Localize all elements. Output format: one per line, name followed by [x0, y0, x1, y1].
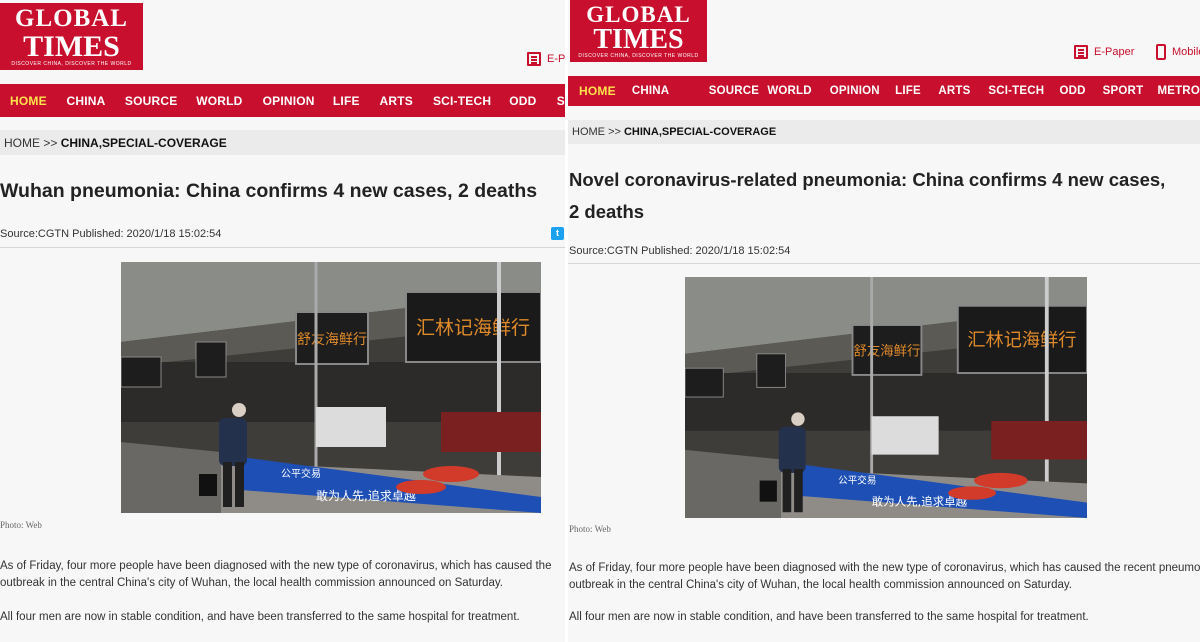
sign-2-text: 汇林记海鲜行	[967, 330, 1076, 351]
nav-metro[interactable]: METRO	[1157, 85, 1200, 97]
logo-line2: TIMES	[593, 24, 684, 55]
twitter-share-icon[interactable]: t	[551, 227, 564, 240]
article-meta: Source:CGTN Published: 2020/1/18 15:02:5…	[0, 228, 222, 240]
main-nav: HOME CHINA SOURCE WORLD OPINION LIFE ART…	[0, 84, 565, 117]
breadcrumb-section[interactable]: CHINA,SPECIAL-COVERAGE	[61, 136, 227, 150]
nav-source[interactable]: SOURCE	[709, 85, 768, 97]
breadcrumb: HOME >> CHINA,SPECIAL-COVERAGE	[568, 120, 1200, 144]
nav-sci-tech[interactable]: SCI-TECH	[433, 94, 509, 108]
breadcrumb-home[interactable]: HOME	[4, 136, 40, 150]
epaper-link[interactable]: E-Paper	[1074, 45, 1134, 59]
sign-2-text: 汇林记海鲜行	[416, 317, 530, 339]
epaper-label: E-P	[547, 53, 565, 65]
nav-sci-tech[interactable]: SCI-TECH	[988, 85, 1059, 97]
article-paragraph-1: As of Friday, four more people have been…	[569, 562, 1200, 591]
left-screenshot-panel: GLOBAL TIMES DISCOVER CHINA, DISCOVER TH…	[0, 0, 565, 642]
nav-sport[interactable]: S	[557, 94, 565, 108]
logo-tagline: DISCOVER CHINA, DISCOVER THE WORLD	[578, 53, 699, 59]
breadcrumb-home[interactable]: HOME	[572, 126, 605, 138]
nav-arts[interactable]: ARTS	[379, 94, 432, 108]
article-headline-line-2: 2 deaths	[569, 201, 645, 222]
market-photo-illustration: 舒友海鲜行 汇林记海鲜行 公平交易 敢为人先,追求卓越	[121, 262, 541, 513]
nav-odd[interactable]: ODD	[1059, 85, 1102, 97]
epaper-label: E-Paper	[1094, 46, 1135, 58]
mobile-phone-icon	[1156, 44, 1166, 60]
nav-source[interactable]: SOURCE	[125, 94, 196, 108]
photo-caption: Photo: Web	[569, 524, 611, 534]
photo-caption: Photo: Web	[0, 520, 42, 530]
article-headline: Wuhan pneumonia: China confirms 4 new ca…	[0, 180, 538, 202]
newspaper-icon	[1074, 45, 1088, 59]
article-paragraph-1: As of Friday, four more people have been…	[0, 560, 552, 589]
article-paragraph-2: All four men are now in stable condition…	[0, 611, 520, 623]
meta-divider	[0, 247, 565, 248]
logo-line1: GLOBAL	[15, 5, 128, 32]
nav-opinion[interactable]: OPINION	[830, 85, 895, 97]
banner-1-text: 公平交易	[281, 467, 321, 480]
sign-1-text: 舒友海鲜行	[297, 332, 367, 348]
article-photo: 舒友海鲜行 汇林记海鲜行 公平交易 敢为人先,追求卓越	[121, 262, 541, 513]
nav-home[interactable]: HOME	[10, 94, 66, 108]
right-screenshot-panel: GLOBAL TIMES DISCOVER CHINA, DISCOVER TH…	[568, 0, 1200, 642]
logo-line2: TIMES	[23, 30, 120, 63]
nav-odd[interactable]: ODD	[509, 94, 557, 108]
newspaper-icon	[527, 52, 541, 66]
nav-life[interactable]: LIFE	[333, 94, 380, 108]
mobile-link[interactable]: Mobile	[1156, 44, 1200, 60]
breadcrumb-sep: >>	[608, 126, 621, 138]
article-headline-line-1: Novel coronavirus-related pneumonia: Chi…	[569, 169, 1166, 190]
global-times-logo[interactable]: GLOBAL TIMES DISCOVER CHINA, DISCOVER TH…	[570, 0, 707, 62]
nav-world[interactable]: WORLD	[767, 85, 829, 97]
mobile-label: Mobile	[1172, 46, 1200, 58]
global-times-logo[interactable]: GLOBAL TIMES DISCOVER CHINA, DISCOVER TH…	[0, 3, 143, 70]
nav-china[interactable]: CHINA	[632, 85, 709, 97]
banner-1-text: 公平交易	[838, 474, 876, 486]
nav-world[interactable]: WORLD	[196, 94, 262, 108]
breadcrumb-section[interactable]: CHINA,SPECIAL-COVERAGE	[624, 126, 776, 138]
sign-1-text: 舒友海鲜行	[853, 344, 920, 360]
nav-sport[interactable]: SPORT	[1103, 85, 1158, 97]
nav-home[interactable]: HOME	[579, 84, 632, 98]
article-meta: Source:CGTN Published: 2020/1/18 15:02:5…	[569, 245, 791, 257]
article-photo: 舒友海鲜行 汇林记海鲜行 公平交易 敢为人先,追求卓越	[685, 277, 1087, 518]
logo-line1: GLOBAL	[586, 2, 691, 27]
logo-tagline: DISCOVER CHINA, DISCOVER THE WORLD	[11, 61, 132, 67]
main-nav: HOME CHINA SOURCE WORLD OPINION LIFE ART…	[568, 76, 1200, 106]
nav-arts[interactable]: ARTS	[938, 85, 988, 97]
breadcrumb: HOME >> CHINA,SPECIAL-COVERAGE	[0, 130, 565, 155]
epaper-link[interactable]: E-P	[527, 52, 565, 66]
nav-china[interactable]: CHINA	[66, 94, 124, 108]
nav-life[interactable]: LIFE	[895, 85, 938, 97]
breadcrumb-sep: >>	[43, 135, 58, 150]
market-photo-illustration: 舒友海鲜行 汇林记海鲜行 公平交易 敢为人先,追求卓越	[685, 277, 1087, 518]
meta-divider	[568, 263, 1200, 264]
article-paragraph-2: All four men are now in stable condition…	[569, 611, 1089, 623]
nav-opinion[interactable]: OPINION	[263, 94, 333, 108]
